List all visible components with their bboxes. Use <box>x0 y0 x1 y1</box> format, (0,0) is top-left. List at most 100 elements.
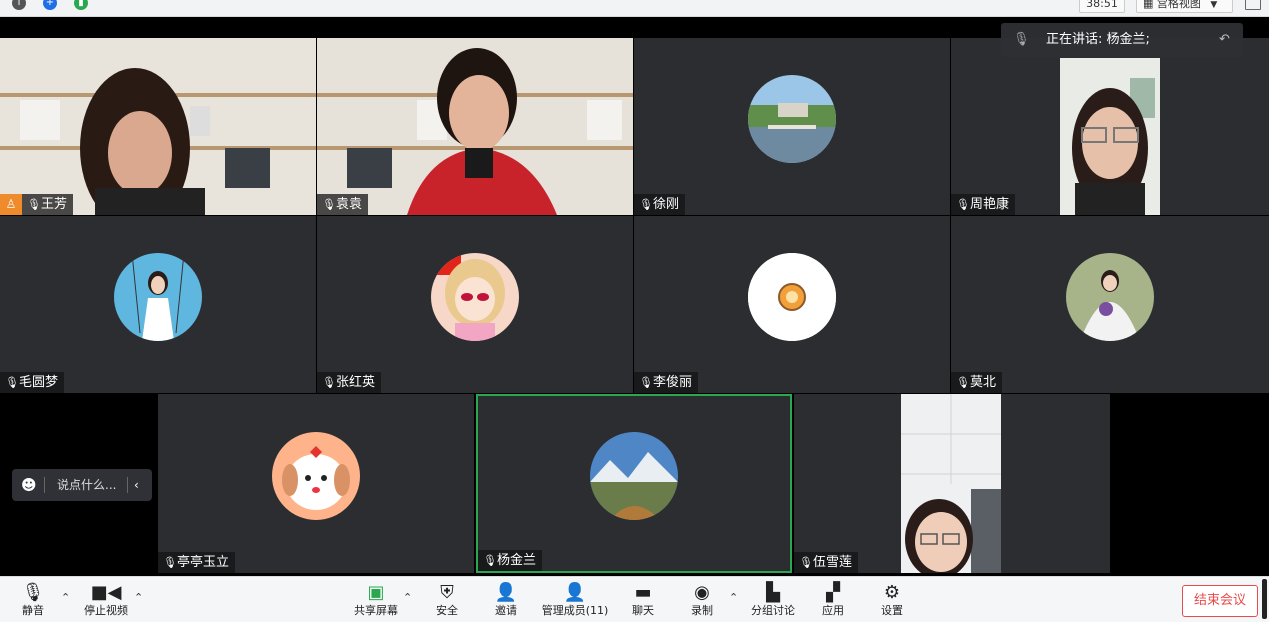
chat-divider <box>127 477 128 493</box>
participant-name-tag: 🎙徐刚 <box>634 194 686 215</box>
video-options-caret-icon[interactable]: ⌃ <box>134 591 143 604</box>
microphone-icon: 🎙 <box>21 582 45 603</box>
settings-button[interactable]: ⚙ 设置 <box>875 577 909 622</box>
participant-name-tag: 🎙张红英 <box>317 372 382 393</box>
microphone-muted-icon: 🎙 <box>163 556 177 569</box>
participant-tile-active[interactable]: 🎙杨金兰 <box>476 394 792 573</box>
participant-video <box>317 38 633 215</box>
record-icon: ◉ <box>694 582 710 603</box>
participant-name-tag: 🎙周艳康 <box>951 194 1016 215</box>
microphone-muted-icon: 🎙 <box>322 198 336 211</box>
members-icon: 👤 <box>563 582 587 603</box>
scrollbar[interactable] <box>1262 579 1267 619</box>
chat-divider <box>44 477 45 493</box>
video-stage: ♙ 🎙王芳 🎙袁袁 🎙徐刚 🎙周艳康 🎙毛圆梦 🎙张红英 🎙李俊丽 🎙莫北 🎙亭… <box>0 17 1269 576</box>
chevron-down-icon: ▼ <box>1210 0 1218 10</box>
active-speaker-text: 正在讲话: 杨金兰; <box>1046 32 1150 47</box>
participant-avatar <box>272 431 360 520</box>
chat-button[interactable]: ▬ 聊天 <box>626 577 660 622</box>
record-options-caret-icon[interactable]: ⌃ <box>729 591 738 604</box>
meeting-timer: 38:51 <box>1079 0 1125 13</box>
chat-quick-input[interactable]: ☻ 说点什么... ‹ <box>12 469 152 501</box>
camera-icon: ■◀ <box>90 582 122 603</box>
participant-name: 亭亭玉立 <box>177 555 230 570</box>
participant-name-tag: 🎙伍雪莲 <box>794 552 859 573</box>
collapse-icon[interactable]: ↶ <box>1219 23 1230 57</box>
participant-avatar <box>590 431 678 520</box>
participant-name-tag: 🎙莫北 <box>951 372 1003 393</box>
breakout-rooms-button[interactable]: ▙ 分组讨论 <box>748 577 798 622</box>
emoji-icon[interactable]: ☻ <box>21 469 37 501</box>
chevron-left-icon[interactable]: ‹ <box>134 469 139 501</box>
participant-video <box>901 394 1001 573</box>
participant-tile[interactable]: 🎙毛圆梦 <box>0 216 316 393</box>
participant-name: 张红英 <box>336 375 376 390</box>
shield-icon: ⛨ <box>440 582 454 603</box>
participant-tile[interactable]: 🎙李俊丽 <box>634 216 950 393</box>
participant-name: 李俊丽 <box>653 375 693 390</box>
top-bar: i + ▮ 38:51 ▦ 宫格视图 ▼ <box>0 0 1269 17</box>
security-shield-icon[interactable]: + <box>43 0 57 10</box>
network-signal-icon[interactable]: ▮ <box>74 0 88 10</box>
participant-tile[interactable]: 🎙周艳康 <box>951 38 1269 215</box>
microphone-icon: 🎙 <box>483 554 497 567</box>
apps-button[interactable]: ▞ 应用 <box>816 577 850 622</box>
active-speaker-banner: 🎙 正在讲话: 杨金兰; ↶ <box>1001 23 1243 57</box>
microphone-icon: 🎙 <box>27 198 41 211</box>
view-mode-label: 宫格视图 <box>1156 0 1201 10</box>
microphone-muted-icon: 🎙 <box>322 376 336 389</box>
end-meeting-button[interactable]: 结束会议 <box>1182 585 1258 617</box>
participant-name: 毛圆梦 <box>19 375 59 390</box>
share-screen-icon: ▣ <box>367 582 385 603</box>
participant-name: 伍雪莲 <box>813 555 853 570</box>
microphone-icon: 🎙 <box>1013 32 1030 47</box>
mute-button[interactable]: 🎙 静音 <box>16 577 50 622</box>
participant-name: 莫北 <box>970 375 997 390</box>
participant-name: 徐刚 <box>653 197 680 212</box>
microphone-muted-icon: 🎙 <box>799 556 813 569</box>
view-mode-button[interactable]: ▦ 宫格视图 ▼ <box>1136 0 1233 13</box>
participant-tile[interactable]: 🎙亭亭玉立 <box>158 394 474 573</box>
participant-video <box>1060 58 1160 215</box>
breakout-icon: ▙ <box>766 582 780 603</box>
apps-grid-icon: ▞ <box>826 582 840 603</box>
participant-name-tag: 🎙杨金兰 <box>478 550 543 571</box>
participant-avatar <box>114 252 202 341</box>
participant-tile[interactable]: 🎙莫北 <box>951 216 1269 393</box>
microphone-icon: 🎙 <box>639 376 653 389</box>
participant-name: 袁袁 <box>336 197 363 212</box>
record-button[interactable]: ◉ 录制 <box>685 577 719 622</box>
participant-avatar <box>431 252 519 341</box>
participant-name: 杨金兰 <box>497 553 537 568</box>
participant-avatar <box>748 74 836 163</box>
participant-tile[interactable]: 🎙袁袁 <box>317 38 633 215</box>
meeting-toolbar: 🎙 静音 ⌃ ■◀ 停止视频 ⌃ ▣ 共享屏幕 ⌃ ⛨ 安全 👤 邀请 👤 管理… <box>0 576 1269 622</box>
info-icon[interactable]: i <box>12 0 26 10</box>
chat-placeholder: 说点什么... <box>57 478 117 492</box>
host-badge-icon: ♙ <box>0 194 22 215</box>
participant-avatar <box>748 252 836 341</box>
gear-icon: ⚙ <box>883 582 901 603</box>
share-screen-button[interactable]: ▣ 共享屏幕 <box>350 577 402 622</box>
microphone-muted-icon: 🎙 <box>5 376 19 389</box>
fullscreen-icon[interactable] <box>1245 0 1261 10</box>
participant-tile[interactable]: 🎙徐刚 <box>634 38 950 215</box>
security-button[interactable]: ⛨ 安全 <box>430 577 464 622</box>
participant-tile[interactable]: ♙ 🎙王芳 <box>0 38 316 215</box>
participant-tile[interactable]: 🎙伍雪莲 <box>794 394 1110 573</box>
audio-options-caret-icon[interactable]: ⌃ <box>61 591 70 604</box>
microphone-muted-icon: 🎙 <box>956 376 970 389</box>
participant-video <box>0 38 316 215</box>
microphone-muted-icon: 🎙 <box>956 198 970 211</box>
manage-members-button[interactable]: 👤 管理成员(11) <box>540 577 610 622</box>
invite-button[interactable]: 👤 邀请 <box>489 577 523 622</box>
participant-name: 周艳康 <box>970 197 1010 212</box>
share-options-caret-icon[interactable]: ⌃ <box>403 591 412 604</box>
grid-icon: ▦ <box>1143 0 1154 10</box>
add-user-icon: 👤 <box>494 582 518 603</box>
microphone-icon: 🎙 <box>639 198 653 211</box>
stop-video-button[interactable]: ■◀ 停止视频 <box>78 577 134 622</box>
participant-name-tag: 🎙王芳 <box>22 194 74 215</box>
participant-tile[interactable]: 🎙张红英 <box>317 216 633 393</box>
participant-name: 王芳 <box>41 197 68 212</box>
